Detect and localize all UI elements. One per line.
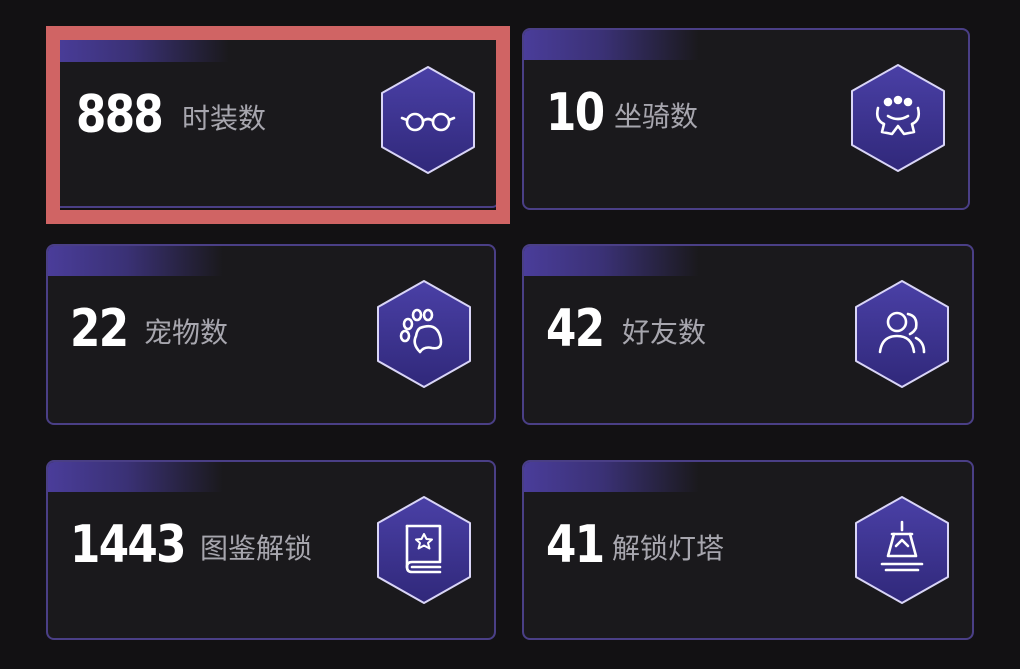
card-accent — [524, 30, 699, 60]
stat-label: 宠物数 — [144, 316, 229, 349]
card-accent — [524, 246, 699, 276]
stat-value: 42 — [546, 299, 605, 359]
stat-value: 1443 — [70, 515, 187, 575]
friends-icon — [855, 280, 949, 388]
card-accent — [54, 32, 229, 62]
stat-card-codex[interactable]: 1443 图鉴解锁 — [46, 460, 496, 640]
stat-card-outfits[interactable]: 888 时装数 — [52, 30, 500, 208]
stat-card-lighthouses[interactable]: 41 解锁灯塔 — [522, 460, 974, 640]
stat-label: 图鉴解锁 — [200, 532, 313, 565]
stat-value: 41 — [546, 515, 605, 575]
stat-label: 坐骑数 — [614, 100, 699, 133]
stat-label: 时装数 — [182, 102, 267, 135]
glasses-icon — [381, 66, 475, 174]
stat-label: 解锁灯塔 — [612, 532, 725, 565]
lighthouse-icon — [855, 496, 949, 604]
mount-icon — [851, 64, 945, 172]
stat-label: 好友数 — [622, 316, 707, 349]
card-accent — [524, 462, 699, 492]
book-star-icon — [377, 496, 471, 604]
stat-value: 10 — [546, 83, 605, 143]
paw-icon — [377, 280, 471, 388]
stat-card-friends[interactable]: 42 好友数 — [522, 244, 974, 425]
card-accent — [48, 246, 223, 276]
stats-grid: 888 时装数 10 坐骑数 22 宠物数 42 好友数 1443 图鉴解锁 4… — [0, 0, 1020, 669]
stat-card-pets[interactable]: 22 宠物数 — [46, 244, 496, 425]
stat-card-mounts[interactable]: 10 坐骑数 — [522, 28, 970, 210]
stat-value: 888 — [76, 85, 164, 145]
card-accent — [48, 462, 223, 492]
stat-value: 22 — [70, 299, 129, 359]
